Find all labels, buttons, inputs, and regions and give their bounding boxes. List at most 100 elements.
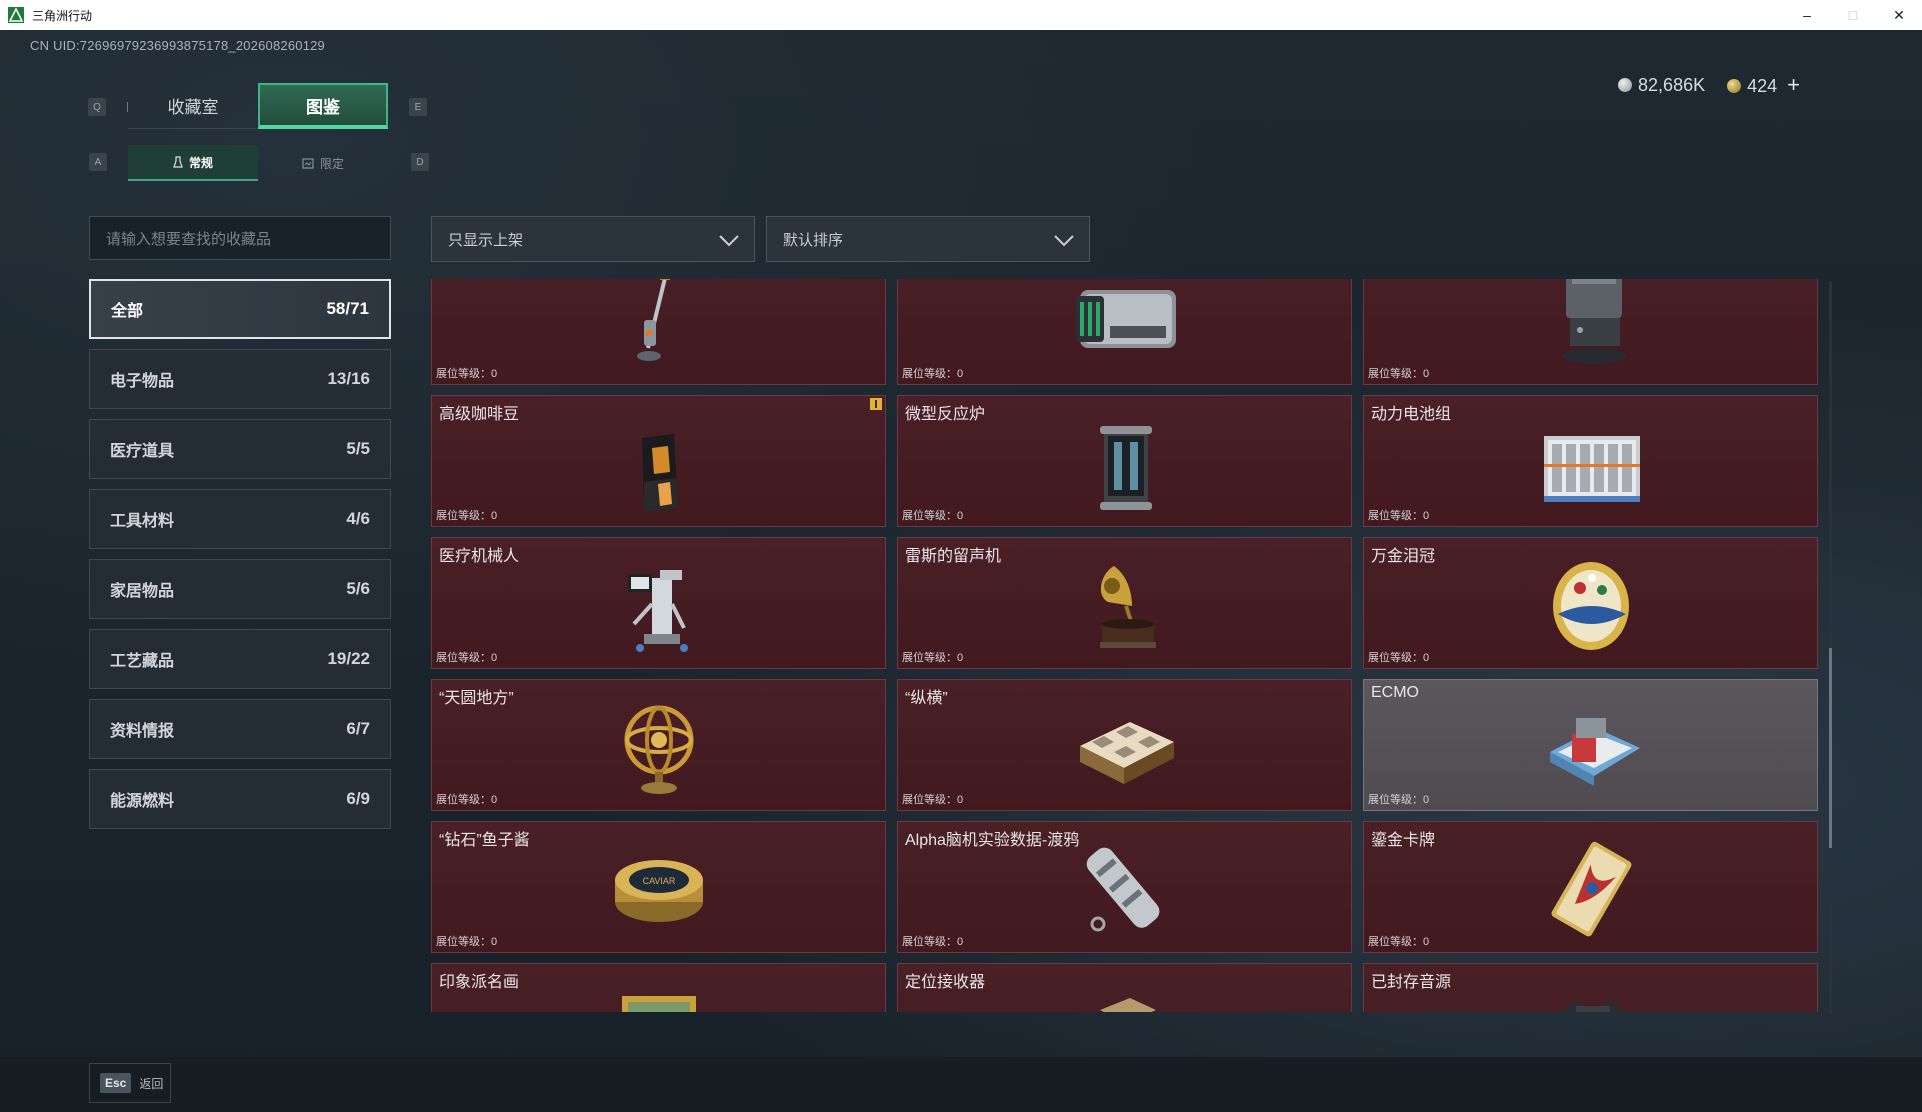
filter-selected: 只显示上架 [448, 231, 524, 249]
item-name: 鎏金卡牌 [1371, 832, 1436, 849]
grid-scrollbar-thumb[interactable] [1829, 648, 1832, 848]
item-level: 展位等级：0 [436, 936, 498, 948]
gold-coin-icon [1727, 79, 1742, 93]
data-canister-icon [1086, 847, 1159, 932]
item-card[interactable]: “天圆地方” 展位等级：0 [431, 679, 886, 811]
item-card[interactable]: 定位接收器 展位等级：0 [897, 963, 1352, 1012]
sealed-audio-icon [1563, 1002, 1622, 1012]
close-button[interactable]: ✕ [1876, 0, 1922, 30]
item-name: 医疗机械人 [439, 548, 520, 565]
minimize-button[interactable]: – [1784, 0, 1830, 30]
item-card[interactable]: 医疗机械人 展位等级：0 [431, 537, 886, 669]
category-count: 19/22 [327, 649, 370, 668]
item-card[interactable]: “纵横” 展位等级：0 [897, 679, 1352, 811]
regular-icon [173, 156, 183, 168]
category-count: 6/7 [346, 719, 370, 738]
item-card[interactable]: 动力电池组 展位等级：0 [1363, 395, 1818, 527]
item-card[interactable]: 万金泪冠 展位等级：0 [1363, 537, 1818, 669]
item-name: “纵横” [905, 690, 948, 707]
item-level: 展位等级：0 [436, 652, 498, 664]
silver-currency: 82,686K [1618, 75, 1705, 96]
category-label: 能源燃料 [110, 793, 175, 810]
key-hint-prev-tab: Q [88, 98, 106, 116]
subtab-limited-label: 限定 [319, 156, 344, 171]
battery-pack-icon [1543, 436, 1640, 502]
category-label: 医疗道具 [110, 443, 175, 460]
item-card[interactable]: 高级咖啡豆 展位等级：0 [431, 395, 886, 527]
back-button[interactable]: Esc 返回 [89, 1063, 171, 1103]
category-crafts[interactable]: 工艺藏品 19/22 [89, 629, 391, 689]
silver-coin-icon [1618, 77, 1633, 92]
user-uid: CN UID:7269697923699387517​8_20260826012… [30, 38, 325, 53]
caviar-tin-icon: CAVIAR [614, 860, 703, 922]
category-household[interactable]: 家居物品 5/6 [89, 559, 391, 619]
item-level: 展位等级：0 [902, 510, 964, 522]
category-count: 4/6 [346, 509, 370, 528]
category-all[interactable]: 全部 58/71 [89, 279, 391, 339]
category-count: 6/9 [346, 789, 370, 808]
category-count: 5/5 [346, 439, 370, 458]
item-card[interactable]: 已封存音源 展位等级：0 [1363, 963, 1818, 1012]
jeweled-egg-icon [1552, 562, 1629, 650]
new-badge-icon [870, 398, 882, 410]
chessboard-icon [1079, 722, 1174, 784]
esc-key-icon: Esc [100, 1073, 132, 1093]
category-count: 5/6 [346, 579, 370, 598]
item-card[interactable]: “钻石”鱼子酱 CAVIAR 展位等级：0 [431, 821, 886, 953]
item-level: 展位等级：0 [1368, 936, 1430, 948]
category-intel[interactable]: 资料情报 6/7 [89, 699, 391, 759]
item-card[interactable]: 印象派名画 展位等级：0 [431, 963, 886, 1012]
sub-tabs: 常规 限定 [128, 145, 388, 181]
gold-card-icon [1551, 841, 1631, 937]
item-name: 动力电池组 [1371, 406, 1452, 423]
item-level: 展位等级：0 [1368, 510, 1430, 522]
item-card[interactable]: 展位等级：0 [1363, 279, 1818, 385]
bottom-bar [0, 1057, 1922, 1112]
item-level: 展位等级：0 [436, 794, 498, 806]
app-logo-icon [8, 7, 24, 23]
gold-currency: 424 + [1727, 72, 1800, 98]
item-card[interactable]: 鎏金卡牌 展位等级：0 [1363, 821, 1818, 953]
item-card[interactable]: 展位等级：0 [897, 279, 1352, 385]
item-name: Alpha脑机实验数据-渡鸦 [905, 832, 1080, 849]
item-name: 微型反应炉 [905, 406, 986, 423]
subtab-regular[interactable]: 常规 [128, 145, 258, 181]
server-icon [1075, 290, 1176, 348]
item-grid: 展位等级：0 展位等级：0 展位等级：0 高级咖啡豆 展位等级：0 微型反应炉 … [431, 279, 1821, 1012]
subtab-regular-label: 常规 [188, 155, 213, 170]
item-name: 已封存音源 [1371, 974, 1452, 991]
category-label: 电子物品 [110, 373, 175, 390]
item-card[interactable]: 展位等级：0 [431, 279, 886, 385]
item-card[interactable]: Alpha脑机实验数据-渡鸦 展位等级：0 [897, 821, 1352, 953]
item-card[interactable]: 微型反应炉 展位等级：0 [897, 395, 1352, 527]
painting-icon [621, 996, 696, 1012]
category-energy[interactable]: 能源燃料 6/9 [89, 769, 391, 829]
gramophone-icon [1099, 566, 1156, 648]
category-count: 13/16 [327, 369, 370, 388]
tab-collection-room[interactable]: 收藏室 [128, 83, 258, 129]
category-electronics[interactable]: 电子物品 13/16 [89, 349, 391, 409]
item-card[interactable]: ECMO 展位等级：0 [1363, 679, 1818, 811]
key-hint-prev-subtab: A [89, 153, 107, 171]
ecmo-icon [1549, 718, 1640, 786]
game-viewport: CN UID:7269697923699387517​8_20260826012… [0, 30, 1922, 1112]
category-list: 全部 58/71 电子物品 13/16 医疗道具 5/5 工具材料 4/6 家居物品 5/… [89, 279, 391, 839]
item-level: 展位等级：0 [902, 368, 964, 380]
gold-amount: 424 [1747, 76, 1778, 96]
sort-dropdown[interactable]: 默认排序 [766, 216, 1090, 262]
category-medical[interactable]: 医疗道具 5/5 [89, 419, 391, 479]
item-level: 展位等级：0 [436, 368, 498, 380]
category-label: 工艺藏品 [110, 653, 175, 670]
tab-catalog[interactable]: 图鉴 [258, 83, 388, 129]
category-label: 全部 [111, 303, 144, 320]
filter-dropdown[interactable]: 只显示上架 [431, 216, 755, 262]
add-currency-button[interactable]: + [1787, 72, 1800, 97]
item-name: 定位接收器 [905, 974, 986, 991]
window-title: 三角洲行动 [32, 8, 93, 23]
item-card[interactable]: 雷斯的留声机 展位等级：0 [897, 537, 1352, 669]
category-tools[interactable]: 工具材料 4/6 [89, 489, 391, 549]
vacuum-icon [636, 279, 670, 361]
subtab-limited[interactable]: 限定 [258, 145, 388, 181]
maximize-button[interactable]: □ [1830, 0, 1876, 30]
search-input[interactable]: 请输入想要查找的收藏品 [89, 216, 391, 260]
